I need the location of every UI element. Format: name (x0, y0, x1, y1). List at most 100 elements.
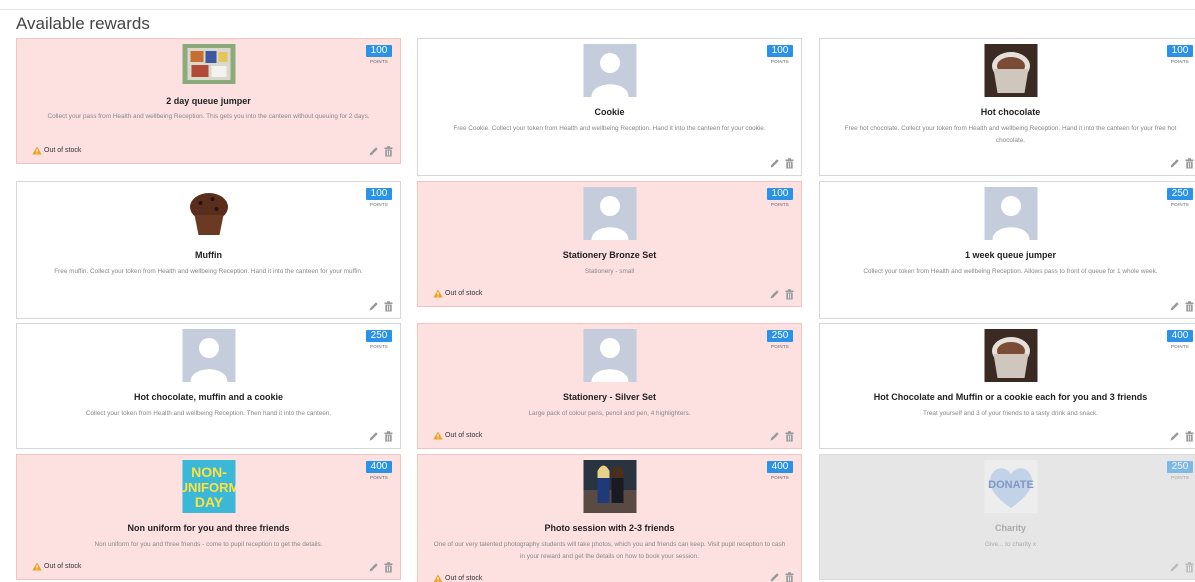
warning-icon (433, 431, 443, 440)
pencil-edit-icon[interactable] (368, 431, 379, 442)
out-of-stock-badge: Out of stock (32, 562, 81, 571)
stock-status-text: Out of stock (445, 290, 483, 297)
muffin-image (182, 187, 235, 240)
pencil-edit-icon[interactable] (368, 562, 379, 573)
points-badge: 100 POINTS (366, 188, 392, 207)
reward-card[interactable]: 250 POINTS DONATE Charity Give... to char… (819, 454, 1195, 580)
reward-card[interactable]: 100 POINTS Muffin Free muffin. Collect yo… (16, 181, 401, 319)
reward-card[interactable]: 250 POINTS 1 week queue jumper Collect yo… (819, 181, 1195, 319)
canteen-tray-image (182, 44, 235, 84)
placeholder-avatar-image (984, 187, 1037, 240)
donate-heart-image: DONATE (984, 460, 1037, 513)
card-actions (368, 562, 393, 573)
points-badge: 100 POINTS (767, 188, 793, 207)
points-badge: 250 POINTS (1167, 188, 1193, 207)
reward-title: Hot Chocolate and Muffin or a cookie eac… (873, 392, 1148, 402)
reward-description: Non uniform for you and three friends - … (94, 541, 323, 548)
svg-text:NON-: NON- (191, 464, 227, 480)
pencil-edit-icon[interactable] (368, 146, 379, 157)
card-actions (1169, 431, 1194, 442)
friends-photo-image (583, 460, 636, 513)
reward-title: Stationery - Silver Set (562, 392, 657, 402)
hot-chocolate-image (984, 44, 1037, 97)
reward-title: 2 day queue jumper (166, 96, 251, 106)
svg-text:DAY: DAY (194, 494, 223, 510)
card-actions (368, 301, 393, 312)
trash-delete-icon[interactable] (785, 158, 794, 169)
trash-delete-icon[interactable] (1185, 301, 1194, 312)
reward-description: Large pack of colour pens, pencil and pe… (528, 410, 691, 417)
points-badge: 250 POINTS (767, 330, 793, 349)
trash-delete-icon[interactable] (785, 289, 794, 300)
points-badge: 250 POINTS (1167, 461, 1193, 480)
trash-delete-icon[interactable] (1185, 431, 1194, 442)
reward-card[interactable]: 400 POINTS Photo session with 2-3 friends… (417, 454, 802, 582)
points-badge: 250 POINTS (366, 330, 392, 349)
reward-card[interactable]: 400POINTS NON- UNIFORM DAY Non uniform f… (16, 454, 401, 580)
reward-title: Charity (994, 523, 1026, 533)
reward-title: Muffin (195, 250, 222, 260)
trash-delete-icon[interactable] (1185, 562, 1194, 573)
reward-title: 1 week queue jumper (964, 250, 1057, 260)
reward-card[interactable]: 100 POINTS 2 day queue jumper Collect you… (16, 38, 401, 164)
stock-status-text: Out of stock (445, 432, 483, 439)
pencil-edit-icon[interactable] (1169, 158, 1180, 169)
reward-description: One of our very talented photography stu… (433, 541, 786, 560)
warning-icon (433, 289, 443, 298)
pencil-edit-icon[interactable] (1169, 431, 1180, 442)
points-badge: 400 POINTS (1167, 330, 1193, 349)
reward-description: Stationery - small (584, 268, 635, 275)
points-badge: 400 POINTS (366, 461, 392, 480)
reward-title: Non uniform for you and three friends (127, 523, 290, 533)
reward-description: Collect your pass from Health and wellbe… (47, 113, 370, 120)
pencil-edit-icon[interactable] (769, 289, 780, 300)
trash-delete-icon[interactable] (384, 146, 393, 157)
card-actions (1169, 562, 1194, 573)
pencil-edit-icon[interactable] (368, 301, 379, 312)
trash-delete-icon[interactable] (384, 431, 393, 442)
reward-description: Treat yourself and 3 of your friends to … (923, 410, 1098, 417)
pencil-edit-icon[interactable] (1169, 301, 1180, 312)
pencil-edit-icon[interactable] (769, 431, 780, 442)
stock-status-text: Out of stock (44, 563, 82, 570)
reward-card[interactable]: 100 POINTS Stationery Bronze Set Statione… (417, 181, 802, 307)
placeholder-avatar-image (583, 44, 636, 97)
trash-delete-icon[interactable] (785, 572, 794, 582)
trash-delete-icon[interactable] (785, 431, 794, 442)
hot-chocolate-image (984, 329, 1037, 382)
pencil-edit-icon[interactable] (769, 572, 780, 582)
card-actions (769, 572, 794, 582)
reward-card[interactable]: 100 POINTS Cookie Free Cookie. Collect yo… (417, 38, 802, 176)
pencil-edit-icon[interactable] (769, 158, 780, 169)
page-title: Available rewards (16, 14, 150, 33)
svg-text:DONATE: DONATE (988, 479, 1034, 491)
reward-card[interactable]: 100 POINTS Hot chocolate Free hot chocola… (819, 38, 1195, 176)
reward-title: Hot chocolate (980, 107, 1041, 117)
reward-title: Cookie (594, 107, 625, 117)
placeholder-avatar-image (583, 187, 636, 240)
trash-delete-icon[interactable] (384, 562, 393, 573)
reward-title: Hot chocolate, muffin and a cookie (133, 392, 284, 402)
pencil-edit-icon[interactable] (1169, 562, 1180, 573)
reward-card[interactable]: 400 POINTS Hot Chocolate and Muffin or a … (819, 323, 1195, 449)
non-uniform-day-image: NON- UNIFORM DAY (182, 460, 235, 513)
card-actions (769, 431, 794, 442)
trash-delete-icon[interactable] (384, 301, 393, 312)
card-actions (368, 146, 393, 157)
svg-text:UNIFORM: UNIFORM (182, 480, 235, 495)
reward-card[interactable]: 250 POINTS Hot chocolate, muffin and a co… (16, 323, 401, 449)
reward-title: Photo session with 2-3 friends (544, 523, 675, 533)
points-badge: 400 POINTS (767, 461, 793, 480)
points-badge: 100 POINTS (366, 45, 392, 64)
out-of-stock-badge: Out of stock (433, 289, 482, 298)
out-of-stock-badge: Out of stock (433, 574, 482, 582)
reward-description: Free hot chocolate. Collect your token f… (844, 125, 1177, 144)
points-badge: 100 POINTS (1167, 45, 1193, 64)
trash-delete-icon[interactable] (1185, 158, 1194, 169)
reward-title: Stationery Bronze Set (562, 250, 657, 260)
placeholder-avatar-image (583, 329, 636, 382)
warning-icon (32, 146, 42, 155)
reward-card[interactable]: 250 POINTS Stationery - Silver Set Large … (417, 323, 802, 449)
card-actions (1169, 301, 1194, 312)
top-divider (0, 9, 1195, 10)
